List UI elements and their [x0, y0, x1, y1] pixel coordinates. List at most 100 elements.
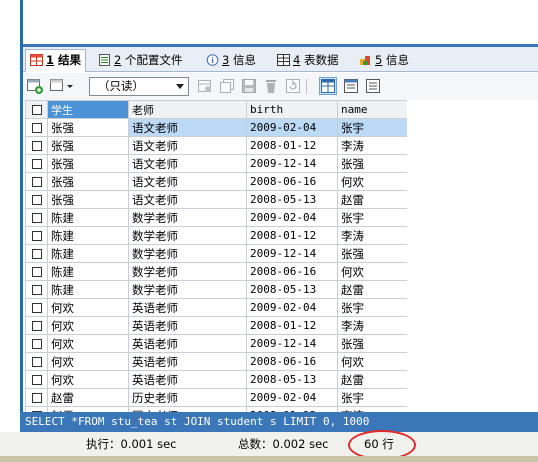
row-checkbox[interactable] — [31, 195, 42, 205]
cell-teacher[interactable]: 英语老师 — [128, 316, 247, 335]
cell-name[interactable]: 张强 — [337, 334, 407, 353]
cell-teacher[interactable]: 英语老师 — [128, 352, 247, 371]
cell-name[interactable]: 赵雷 — [337, 370, 407, 389]
row-checkbox[interactable] — [31, 213, 42, 223]
row-checkbox-cell[interactable] — [25, 172, 48, 191]
cell-birth[interactable]: 2008-06-16 — [246, 262, 338, 281]
cell-teacher[interactable]: 语文老师 — [128, 154, 247, 173]
cell-name[interactable]: 赵雷 — [337, 280, 407, 299]
table-row[interactable]: 张强 语文老师 2008-06-16 何欢 — [25, 172, 407, 191]
cell-teacher[interactable]: 语文老师 — [128, 118, 247, 137]
form-view-button[interactable] — [342, 77, 360, 95]
row-checkbox-cell[interactable] — [25, 352, 48, 371]
row-checkbox-cell[interactable] — [25, 244, 48, 263]
cell-teacher[interactable]: 英语老师 — [128, 334, 247, 353]
cell-name[interactable]: 李涛 — [337, 136, 407, 155]
table-row[interactable]: 何欢 英语老师 2008-01-12 李涛 — [25, 316, 407, 335]
result-grid[interactable]: 学生 老师 birth name 张强 语文老师 2009-02-04 张宇 张强 语文老… — [25, 100, 407, 412]
row-checkbox-cell[interactable] — [25, 388, 48, 407]
row-checkbox[interactable] — [31, 285, 42, 295]
table-row[interactable]: 张强 语文老师 2008-05-13 赵雷 — [25, 190, 407, 209]
table-row[interactable]: 陈建 数学老师 2008-01-12 李涛 — [25, 226, 407, 245]
cell-birth[interactable]: 2008-01-12 — [246, 226, 338, 245]
cell-name[interactable]: 赵雷 — [337, 190, 407, 209]
tab-info-2[interactable]: 5 信息 — [359, 50, 409, 70]
tab-profile[interactable]: 2 个配置文件 — [98, 50, 182, 70]
cell-student[interactable]: 何欢 — [47, 370, 129, 389]
save-button[interactable] — [240, 77, 258, 95]
text-view-button[interactable] — [364, 77, 382, 95]
cell-student[interactable]: 何欢 — [47, 298, 129, 317]
row-checkbox[interactable] — [31, 141, 42, 151]
cell-name[interactable]: 张宇 — [337, 298, 407, 317]
cell-student[interactable]: 张强 — [47, 154, 129, 173]
duplicate-row-button[interactable] — [218, 77, 236, 95]
cell-name[interactable]: 何欢 — [337, 262, 407, 281]
table-row[interactable]: 张强 语文老师 2009-12-14 张强 — [25, 154, 407, 173]
cell-name[interactable]: 李涛 — [337, 316, 407, 335]
export-grid-button[interactable] — [26, 77, 44, 95]
cell-name[interactable]: 张强 — [337, 154, 407, 173]
table-row[interactable]: 陈建 数学老师 2008-06-16 何欢 — [25, 262, 407, 281]
cell-birth[interactable]: 2009-12-14 — [246, 244, 338, 263]
cell-name[interactable]: 张宇 — [337, 118, 407, 137]
row-checkbox[interactable] — [31, 123, 42, 133]
row-checkbox-cell[interactable] — [25, 334, 48, 353]
table-row[interactable]: 何欢 英语老师 2009-02-04 张宇 — [25, 298, 407, 317]
cell-teacher[interactable]: 历史老师 — [128, 388, 247, 407]
cell-name[interactable]: 何欢 — [337, 352, 407, 371]
cell-name[interactable]: 李涛 — [337, 226, 407, 245]
cell-birth[interactable]: 2008-01-12 — [246, 316, 338, 335]
query-editor-area[interactable] — [23, 0, 538, 46]
cell-birth[interactable]: 2008-06-16 — [246, 172, 338, 191]
table-row[interactable]: 张强 语文老师 2009-02-04 张宇 — [25, 118, 407, 137]
row-checkbox-cell[interactable] — [25, 208, 48, 227]
cell-birth[interactable]: 2009-12-14 — [246, 154, 338, 173]
row-checkbox-cell[interactable] — [25, 136, 48, 155]
cell-teacher[interactable]: 英语老师 — [128, 370, 247, 389]
row-checkbox[interactable] — [31, 303, 42, 313]
table-row[interactable]: 赵雷 历史老师 2009-02-04 张宇 — [25, 388, 407, 407]
tab-result[interactable]: 1 结果 — [25, 49, 87, 72]
row-checkbox[interactable] — [31, 339, 42, 349]
cell-student[interactable]: 陈建 — [47, 244, 129, 263]
cell-student[interactable]: 张强 — [47, 190, 129, 209]
column-header-birth[interactable]: birth — [246, 100, 338, 119]
cell-birth[interactable]: 2008-05-13 — [246, 190, 338, 209]
cell-birth[interactable]: 2009-12-14 — [246, 334, 338, 353]
grid-view-button[interactable] — [319, 77, 337, 95]
row-checkbox[interactable] — [31, 321, 42, 331]
row-checkbox[interactable] — [31, 393, 42, 403]
cell-birth[interactable]: 2008-01-12 — [246, 136, 338, 155]
cell-student[interactable]: 陈建 — [47, 226, 129, 245]
row-checkbox[interactable] — [31, 249, 42, 259]
column-header-name[interactable]: name — [337, 100, 407, 119]
cell-student[interactable]: 陈建 — [47, 208, 129, 227]
row-checkbox-cell[interactable] — [25, 262, 48, 281]
tab-table-data[interactable]: 4 表数据 — [277, 50, 338, 70]
refresh-button[interactable] — [284, 77, 302, 95]
delete-button[interactable] — [262, 77, 280, 95]
row-checkbox[interactable] — [31, 231, 42, 241]
cell-student[interactable]: 陈建 — [47, 280, 129, 299]
cell-student[interactable]: 陈建 — [47, 262, 129, 281]
row-checkbox[interactable] — [31, 375, 42, 385]
cell-student[interactable]: 张强 — [47, 172, 129, 191]
row-checkbox[interactable] — [31, 177, 42, 187]
cell-student[interactable]: 何欢 — [47, 352, 129, 371]
row-checkbox-cell[interactable] — [25, 298, 48, 317]
cell-teacher[interactable]: 数学老师 — [128, 226, 247, 245]
mode-select[interactable]: （只读） — [89, 77, 189, 96]
row-checkbox-cell[interactable] — [25, 370, 48, 389]
cell-student[interactable]: 张强 — [47, 136, 129, 155]
cell-name[interactable]: 张强 — [337, 244, 407, 263]
table-row[interactable]: 何欢 英语老师 2008-05-13 赵雷 — [25, 370, 407, 389]
table-row[interactable]: 张强 语文老师 2008-01-12 李涛 — [25, 136, 407, 155]
cell-student[interactable]: 张强 — [47, 118, 129, 137]
row-checkbox[interactable] — [31, 159, 42, 169]
cell-teacher[interactable]: 语文老师 — [128, 172, 247, 191]
cell-teacher[interactable]: 语文老师 — [128, 190, 247, 209]
row-checkbox-cell[interactable] — [25, 118, 48, 137]
table-row[interactable]: 陈建 数学老师 2008-05-13 赵雷 — [25, 280, 407, 299]
row-checkbox[interactable] — [31, 357, 42, 367]
